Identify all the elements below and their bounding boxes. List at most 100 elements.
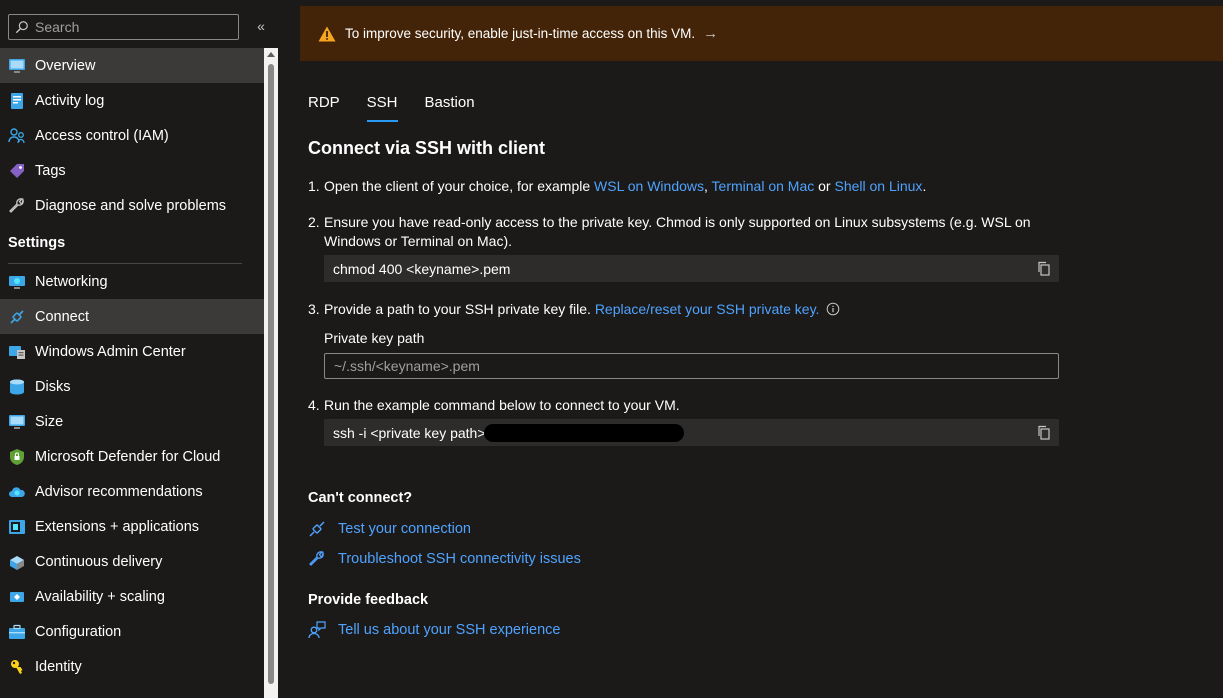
step-3: 3. Provide a path to your SSH private key… (308, 300, 840, 319)
scaling-icon (8, 588, 26, 606)
copy-icon[interactable] (1037, 261, 1051, 276)
troubleshoot-ssh-link[interactable]: Troubleshoot SSH connectivity issues (308, 550, 581, 568)
menu-item-advisor[interactable]: Advisor recommendations (0, 474, 264, 509)
step-1: 1. Open the client of your choice, for ex… (308, 177, 926, 196)
feedback-heading: Provide feedback (308, 592, 429, 608)
menu-item-networking[interactable]: Networking (0, 264, 264, 299)
feedback-person-icon (308, 621, 326, 639)
menu-item-defender[interactable]: Microsoft Defender for Cloud (0, 439, 264, 474)
step-number: 4. (308, 397, 320, 413)
menu-list: Overview Activity log Access control (IA… (0, 48, 264, 684)
ssh-command-box: ssh -i <private key path> (324, 419, 1059, 446)
arrow-right-icon[interactable]: → (703, 25, 718, 42)
step-text: Provide a path to your SSH private key f… (324, 301, 595, 317)
plug-icon (8, 308, 26, 326)
menu-item-access-control[interactable]: Access control (IAM) (0, 118, 264, 153)
menu-item-extensions[interactable]: Extensions + applications (0, 509, 264, 544)
menu-item-label: Overview (35, 57, 96, 74)
sentence-end: . (922, 178, 927, 194)
menu-item-diagnose[interactable]: Diagnose and solve problems (0, 188, 264, 223)
menu-item-label: Disks (35, 378, 71, 395)
monitor-icon (8, 413, 26, 431)
step-text: Run the example command below to connect… (324, 397, 680, 413)
menu-item-size[interactable]: Size (0, 404, 264, 439)
activity-log-icon (8, 92, 26, 110)
menu-item-activity-log[interactable]: Activity log (0, 83, 264, 118)
admin-center-icon (8, 343, 26, 361)
link-label: Tell us about your SSH experience (338, 622, 561, 638)
private-key-path-input[interactable] (324, 353, 1059, 379)
wrench-icon (8, 197, 26, 215)
ssh-command-text[interactable]: ssh -i <private key path> (333, 425, 486, 441)
menu-item-label: Activity log (35, 92, 105, 109)
people-icon (8, 127, 26, 145)
info-icon[interactable] (826, 302, 840, 316)
menu-item-label: Availability + scaling (35, 588, 165, 605)
menu-item-label: Diagnose and solve problems (35, 197, 227, 214)
menu-item-label: Microsoft Defender for Cloud (35, 448, 221, 465)
menu-item-label: Size (35, 413, 64, 430)
menu-scrollbar[interactable] (264, 48, 278, 698)
test-connection-link[interactable]: Test your connection (308, 520, 471, 538)
copy-icon[interactable] (1037, 425, 1051, 440)
menu-item-label: Extensions + applications (35, 518, 200, 535)
advisor-cloud-icon (8, 483, 26, 501)
link-label: Test your connection (338, 521, 471, 537)
monitor-icon (8, 57, 26, 75)
menu-item-label: Windows Admin Center (35, 343, 186, 360)
step-4: 4. Run the example command below to conne… (308, 396, 680, 415)
chmod-command-box: chmod 400 <keyname>.pem (324, 255, 1059, 282)
connect-pane: To improve security, enable just-in-time… (278, 0, 1223, 698)
warning-icon (318, 26, 336, 41)
step-text: Ensure you have read-only access to the … (324, 214, 1031, 230)
plug-icon (309, 521, 325, 537)
banner-text: To improve security, enable just-in-time… (345, 26, 696, 41)
menu-search-box[interactable] (8, 14, 239, 40)
resource-menu: « Overview Activity log Access control (… (0, 0, 278, 698)
delivery-icon (8, 553, 26, 571)
extensions-icon (8, 518, 26, 536)
disk-icon (8, 378, 26, 396)
reset-key-link[interactable]: Replace/reset your SSH private key. (595, 301, 820, 317)
menu-item-configuration[interactable]: Configuration (0, 614, 264, 649)
menu-item-label: Tags (35, 162, 66, 179)
tab-ssh[interactable]: SSH (366, 94, 398, 124)
menu-item-tags[interactable]: Tags (0, 153, 264, 188)
menu-item-overview[interactable]: Overview (0, 48, 264, 83)
menu-item-label: Connect (35, 308, 90, 325)
menu-item-disks[interactable]: Disks (0, 369, 264, 404)
wsl-link[interactable]: WSL on Windows (594, 178, 704, 194)
link-label: Troubleshoot SSH connectivity issues (338, 551, 581, 567)
menu-item-label: Advisor recommendations (35, 483, 203, 500)
feedback-link[interactable]: Tell us about your SSH experience (308, 621, 560, 639)
menu-item-connect[interactable]: Connect (0, 299, 264, 334)
step-number: 2. (308, 214, 320, 230)
menu-item-windows-admin-center[interactable]: Windows Admin Center (0, 334, 264, 369)
scroll-up-arrow-icon[interactable] (267, 52, 275, 57)
chmod-command-text[interactable]: chmod 400 <keyname>.pem (333, 261, 510, 277)
menu-item-availability[interactable]: Availability + scaling (0, 579, 264, 614)
shield-icon (8, 448, 26, 466)
separator-text: , (704, 178, 712, 194)
menu-search-input[interactable] (35, 19, 225, 35)
key-icon (8, 658, 26, 676)
separator-text: or (814, 178, 835, 194)
jit-warning-banner[interactable]: To improve security, enable just-in-time… (300, 6, 1223, 61)
tag-icon (8, 162, 26, 180)
private-key-path-label: Private key path (324, 330, 425, 346)
step-2: 2. Ensure you have read-only access to th… (308, 213, 1031, 251)
tab-rdp[interactable]: RDP (308, 94, 340, 124)
page-title: Connect via SSH with client (308, 138, 546, 158)
settings-section-heading: Settings (8, 235, 66, 251)
shell-linux-link[interactable]: Shell on Linux (834, 178, 922, 194)
tab-bastion[interactable]: Bastion (425, 94, 475, 124)
menu-item-label: Networking (35, 273, 108, 290)
menu-item-label: Identity (35, 658, 82, 675)
menu-item-continuous-delivery[interactable]: Continuous delivery (0, 544, 264, 579)
scrollbar-thumb[interactable] (268, 64, 274, 684)
menu-item-identity[interactable]: Identity (0, 649, 264, 684)
collapse-menu-button[interactable]: « (252, 17, 270, 35)
step-number: 3. (308, 301, 320, 317)
toolbox-icon (8, 623, 26, 641)
terminal-mac-link[interactable]: Terminal on Mac (712, 178, 815, 194)
